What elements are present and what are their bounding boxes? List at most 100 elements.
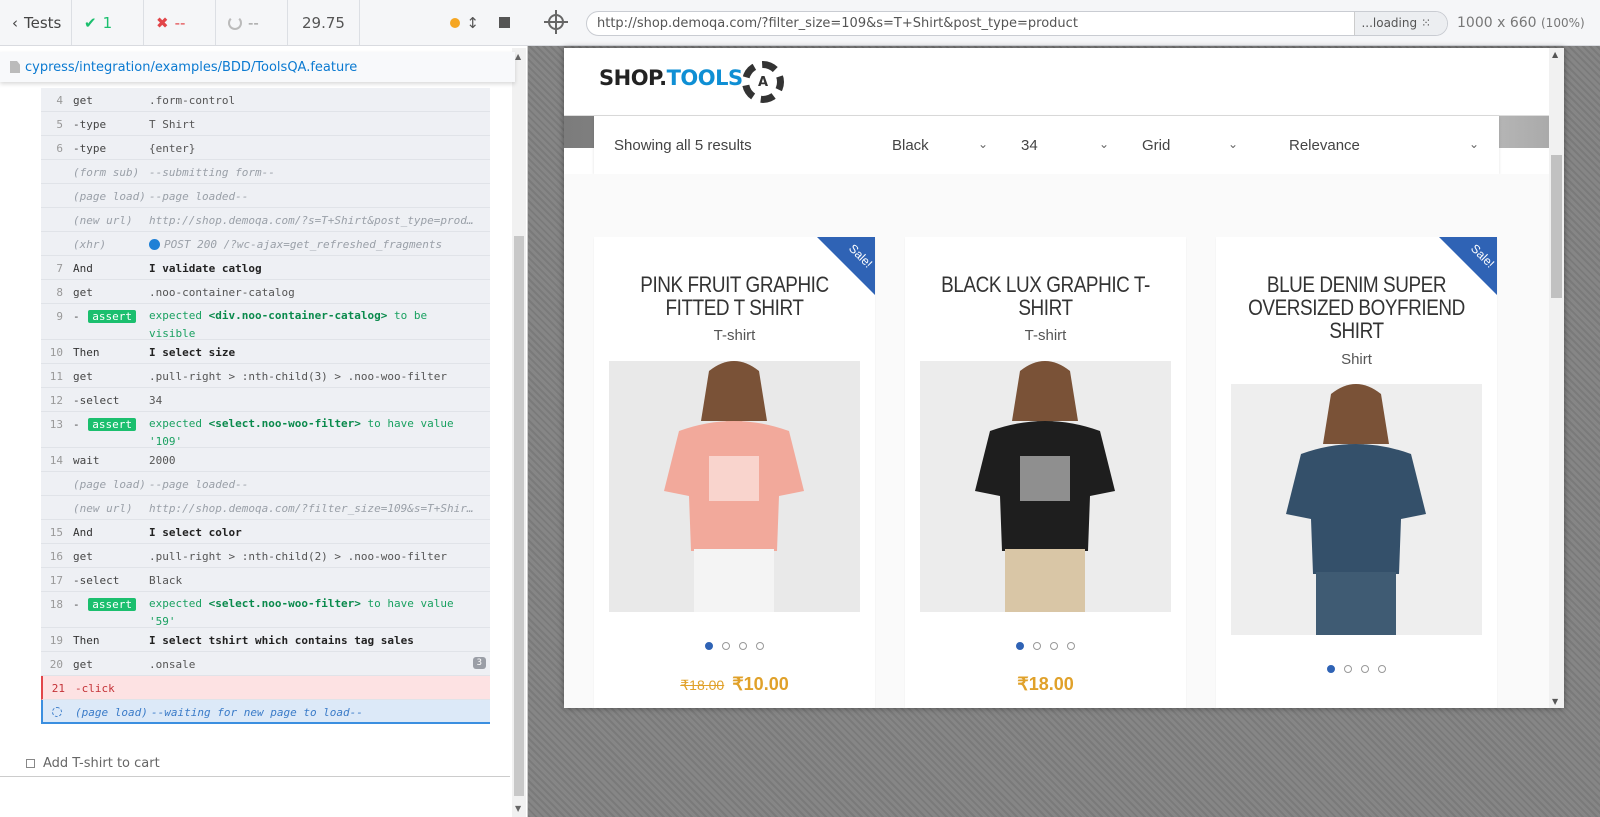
- command-name: - assert: [73, 418, 136, 431]
- command-step-row[interactable]: 19 Then I select tshirt which contains tag…: [41, 628, 490, 652]
- command-number: 17: [49, 574, 63, 587]
- duration: 29.75: [288, 0, 360, 45]
- tests-button[interactable]: ‹ Tests: [0, 0, 72, 45]
- page-scrollbar[interactable]: ▲ ▼: [1549, 48, 1564, 708]
- command-step-row[interactable]: 7 And I validate catlog: [41, 256, 490, 280]
- product-title[interactable]: BLUE DENIM SUPER OVERSIZED BOYFRIEND SHI…: [1244, 273, 1468, 342]
- command-row[interactable]: 5 -type T Shirt: [41, 112, 490, 136]
- command-row[interactable]: (page load) --page loaded--: [41, 184, 490, 208]
- command-row[interactable]: (form sub) --submitting form--: [41, 160, 490, 184]
- command-message: expected <div.noo-container-catalog> to …: [149, 309, 428, 340]
- command-message: I select size: [149, 346, 236, 359]
- command-name: - assert: [73, 310, 136, 323]
- loading-spinner-icon: [52, 707, 62, 717]
- scroll-thumb[interactable]: [514, 236, 524, 796]
- product-card[interactable]: Sale! PINK FRUIT GRAPHIC FITTED T SHIRT T-…: [594, 237, 875, 708]
- filter-bar: Showing all 5 results Black ⌄ 34 ⌄ Grid ⌄ R…: [594, 116, 1499, 174]
- test-status-icon: [26, 759, 35, 768]
- aut-area: http://shop.demoqa.com/?filter_size=109&…: [528, 0, 1600, 817]
- command-row[interactable]: (xhr) POST 200 /?wc-ajax=get_refreshed_fr…: [41, 232, 490, 256]
- command-row[interactable]: 21 -click: [41, 676, 490, 700]
- view-select[interactable]: Grid ⌄: [1142, 137, 1238, 154]
- command-number: 14: [49, 454, 63, 467]
- command-message: .pull-right > :nth-child(2) > .noo-woo-f…: [149, 550, 448, 563]
- product-image[interactable]: [1231, 384, 1482, 635]
- command-row[interactable]: 6 -type {enter}: [41, 136, 490, 160]
- command-message: I validate catlog: [149, 262, 262, 275]
- stop-icon[interactable]: [499, 17, 510, 28]
- command-name: (page load): [73, 190, 146, 203]
- url-field[interactable]: http://shop.demoqa.com/?filter_size=109&…: [586, 11, 1448, 36]
- command-message: 2000: [149, 454, 176, 467]
- command-row[interactable]: (page load) --waiting for new page to loa…: [41, 700, 490, 724]
- command-number: 8: [56, 286, 63, 299]
- command-number: 19: [49, 634, 63, 647]
- color-filter-select[interactable]: Black ⌄: [892, 137, 988, 154]
- command-name: get: [73, 94, 93, 107]
- product-title[interactable]: BLACK LUX GRAPHIC T-SHIRT: [933, 273, 1157, 319]
- command-number: 4: [56, 94, 63, 107]
- chevron-down-icon: ⌄: [1228, 137, 1239, 151]
- command-row[interactable]: 9 - assert expected <div.noo-container-cat…: [41, 304, 490, 340]
- image-carousel-dots[interactable]: [594, 642, 875, 650]
- command-row[interactable]: 20 get .onsale 3: [41, 652, 490, 676]
- scroll-thumb[interactable]: [1551, 155, 1562, 298]
- chevron-down-icon: ⌄: [1099, 137, 1110, 151]
- stats-bar: ‹ Tests ✔ 1 ✖ -- -- 29.75 ↕: [0, 0, 528, 46]
- command-step-row[interactable]: 15 And I select color: [41, 520, 490, 544]
- command-number: 12: [49, 394, 63, 407]
- command-row[interactable]: 17 -select Black: [41, 568, 490, 592]
- product-image[interactable]: [609, 361, 860, 612]
- product-card[interactable]: BLACK LUX GRAPHIC T-SHIRT T-shirt ₹18.00: [905, 237, 1186, 708]
- command-row[interactable]: (page load) --page loaded--: [41, 472, 490, 496]
- divider: [0, 776, 510, 777]
- scroll-down-icon[interactable]: ▼: [1552, 697, 1558, 706]
- element-count-badge: 3: [472, 657, 486, 669]
- sort-select[interactable]: Relevance ⌄: [1289, 137, 1479, 154]
- image-carousel-dots[interactable]: [905, 642, 1186, 650]
- scroll-up-icon[interactable]: ▲: [515, 52, 521, 61]
- command-name: -select: [73, 574, 120, 587]
- zoom-level: (100%): [1541, 16, 1585, 30]
- product-image[interactable]: [920, 361, 1171, 612]
- product-card[interactable]: Sale! BLUE DENIM SUPER OVERSIZED BOYFRIEN…: [1216, 237, 1497, 708]
- command-row[interactable]: 18 - assert expected <select.noo-woo-filte…: [41, 592, 490, 628]
- command-row[interactable]: 11 get .pull-right > :nth-child(3) > .noo-…: [41, 364, 490, 388]
- spinner-icon: ⁙: [1420, 16, 1431, 30]
- scroll-down-icon[interactable]: ▼: [515, 804, 521, 813]
- product-title[interactable]: PINK FRUIT GRAPHIC FITTED T SHIRT: [622, 273, 846, 319]
- pending-count: --: [216, 0, 288, 45]
- site-logo[interactable]: SHOP.TOOLS: [599, 66, 743, 90]
- command-message: expected <select.noo-woo-filter> to have…: [149, 597, 454, 628]
- command-message: .onsale: [149, 658, 196, 671]
- reporter-scrollbar[interactable]: ▲ ▼: [512, 48, 526, 817]
- command-step-row[interactable]: 10 Then I select size: [41, 340, 490, 364]
- size-filter-select[interactable]: 34 ⌄: [1021, 137, 1109, 154]
- command-message: Black: [149, 574, 183, 587]
- command-name: -type: [73, 118, 107, 131]
- command-number: 20: [49, 658, 63, 671]
- command-number: 18: [49, 598, 63, 611]
- command-name: Then: [73, 634, 100, 647]
- command-row[interactable]: (new url) http://shop.demoqa.com/?s=T+Shi…: [41, 208, 490, 232]
- command-number: 9: [56, 310, 63, 323]
- status-indicator-icon: ↕: [450, 14, 479, 32]
- command-row[interactable]: 13 - assert expected <select.noo-woo-filte…: [41, 412, 490, 448]
- command-row[interactable]: 12 -select 34: [41, 388, 490, 412]
- command-row[interactable]: 16 get .pull-right > :nth-child(2) > .noo-…: [41, 544, 490, 568]
- failed-count: ✖ --: [144, 0, 216, 45]
- command-row[interactable]: 14 wait 2000: [41, 448, 490, 472]
- x-icon: ✖: [156, 13, 169, 32]
- command-number: 13: [49, 418, 63, 431]
- command-name: get: [73, 550, 93, 563]
- spec-file-link[interactable]: cypress/integration/examples/BDD/ToolsQA…: [25, 60, 357, 75]
- command-row[interactable]: 8 get .noo-container-catalog: [41, 280, 490, 304]
- command-message: --submitting form--: [149, 166, 275, 179]
- scroll-up-icon[interactable]: ▲: [1552, 50, 1558, 59]
- test-item-add-tshirt[interactable]: Add T-shirt to cart: [26, 756, 160, 771]
- command-message: --page loaded--: [149, 478, 249, 491]
- command-row[interactable]: (new url) http://shop.demoqa.com/?filter_…: [41, 496, 490, 520]
- image-carousel-dots[interactable]: [1216, 665, 1497, 673]
- command-row[interactable]: 4 get .form-control: [41, 88, 490, 112]
- selector-playground-icon[interactable]: [544, 10, 568, 34]
